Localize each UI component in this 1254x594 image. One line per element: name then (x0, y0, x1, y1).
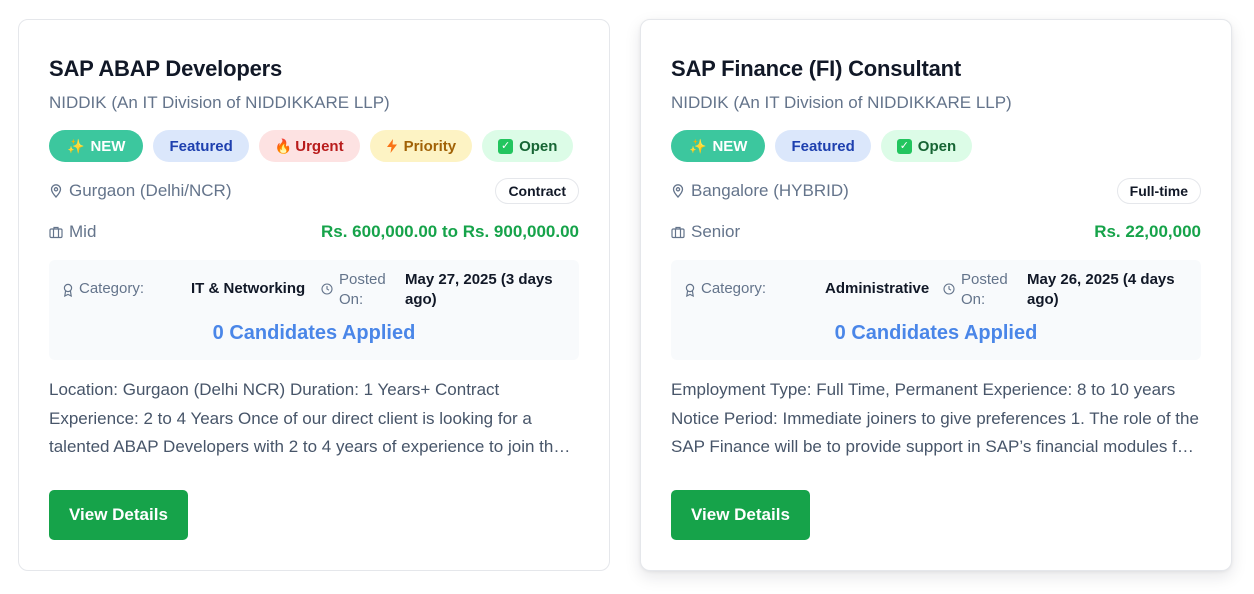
award-icon (685, 283, 695, 297)
posted-date: May 26, 2025 (4 days ago) (1027, 271, 1175, 308)
job-info-box: Category: Administrative Posted On: May … (671, 260, 1201, 360)
location-row: Bangalore (HYBRID) Full-time (671, 177, 1201, 205)
lightning-icon (386, 139, 398, 153)
job-type-badge: Contract (495, 178, 579, 204)
open-badge-label: Open (519, 137, 558, 155)
experience-level: Senior (691, 222, 741, 241)
badge-list: ✨ NEW Featured ✓ Open (671, 130, 973, 162)
view-details-button[interactable]: View Details (49, 490, 188, 540)
open-badge: ✓ Open (880, 130, 973, 162)
location-text: Bangalore (HYBRID) (691, 181, 849, 200)
clock-icon (943, 283, 955, 295)
urgent-badge-label: Urgent (295, 137, 344, 155)
award-icon (63, 283, 73, 297)
posted-label: Posted On: (961, 271, 1008, 308)
level-row: Senior Rs. 22,00,000 (671, 219, 1201, 245)
job-card: SAP Finance (FI) Consultant NIDDIK (An I… (640, 19, 1232, 571)
new-badge: ✨ NEW (49, 130, 144, 162)
badge-list: ✨ NEW Featured 🔥 Urgent Priority ✓ Open (49, 130, 574, 162)
map-pin-icon (672, 184, 684, 198)
briefcase-icon (49, 226, 63, 239)
new-badge-label: NEW (712, 137, 748, 155)
category-label: Category: (79, 280, 145, 297)
location-text: Gurgaon (Delhi/NCR) (69, 181, 232, 200)
company-name: NIDDIK (An IT Division of NIDDIKKARE LLP… (671, 93, 1012, 112)
experience-level: Mid (69, 222, 97, 241)
level-row: Mid Rs. 600,000.00 to Rs. 900,000.00 (49, 219, 579, 245)
featured-badge: Featured (775, 130, 871, 162)
map-pin-icon (50, 184, 62, 198)
clock-icon (321, 283, 333, 295)
posted-label: Posted On: (339, 271, 386, 308)
candidates-applied: 0 Candidates Applied (834, 322, 1038, 344)
job-info-box: Category: IT & Networking Posted On: May… (49, 260, 579, 360)
posted-date: May 27, 2025 (3 days ago) (405, 271, 553, 308)
new-badge-label: NEW (90, 137, 126, 155)
sparkles-icon: ✨ (689, 137, 707, 154)
location-row: Gurgaon (Delhi/NCR) Contract (49, 177, 579, 205)
priority-badge-label: Priority (403, 137, 457, 155)
sparkles-icon: ✨ (67, 137, 85, 154)
fire-icon: 🔥 (274, 137, 293, 154)
job-card: SAP ABAP Developers NIDDIK (An IT Divisi… (18, 19, 610, 571)
new-badge: ✨ NEW (671, 130, 766, 162)
open-badge: ✓ Open (482, 130, 574, 162)
job-description: Employment Type: Full Time, Permanent Ex… (671, 380, 1199, 456)
open-badge-label: Open (917, 137, 957, 155)
featured-badge-label: Featured (169, 137, 233, 155)
salary-range: Rs. 600,000.00 to Rs. 900,000.00 (320, 222, 579, 241)
checkbox-icon: ✓ (896, 138, 912, 154)
salary-range: Rs. 22,00,000 (1094, 222, 1201, 241)
featured-badge-label: Featured (791, 137, 855, 155)
category-value: Administrative (825, 280, 930, 297)
candidates-applied: 0 Candidates Applied (212, 322, 416, 344)
category-label: Category: (701, 280, 767, 297)
job-title[interactable]: SAP Finance (FI) Consultant (671, 56, 961, 82)
briefcase-icon (671, 226, 685, 239)
view-details-button[interactable]: View Details (671, 490, 810, 540)
urgent-badge: 🔥 Urgent (258, 130, 360, 162)
category-value: IT & Networking (191, 280, 306, 297)
priority-badge: Priority (369, 130, 473, 162)
job-title[interactable]: SAP ABAP Developers (49, 56, 282, 82)
featured-badge: Featured (153, 130, 249, 162)
company-name: NIDDIK (An IT Division of NIDDIKKARE LLP… (49, 93, 390, 112)
job-description: Location: Gurgaon (Delhi NCR) Duration: … (49, 380, 573, 456)
checkbox-icon: ✓ (498, 138, 514, 154)
job-type-badge: Full-time (1116, 178, 1201, 204)
